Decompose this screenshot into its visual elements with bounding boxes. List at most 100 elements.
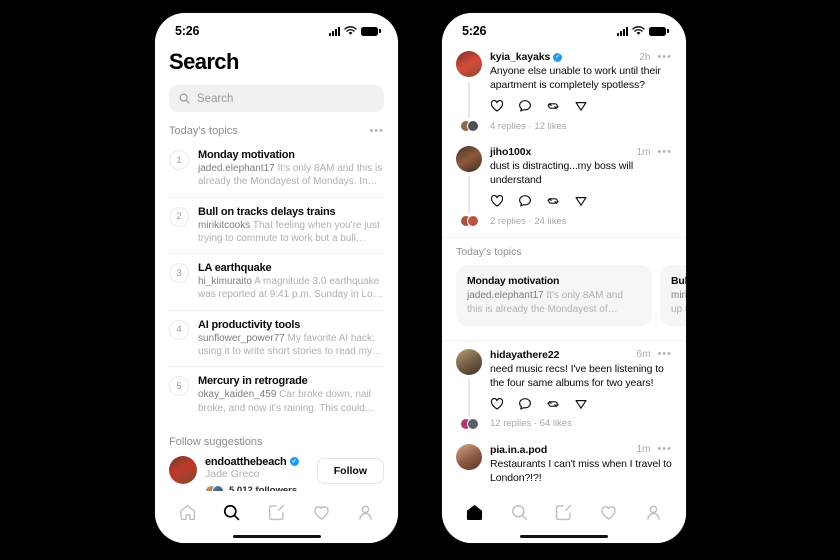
post-meta-row[interactable]: 2 replies · 24 likes [456,215,672,228]
like-icon[interactable] [490,194,504,208]
like-icon[interactable] [490,397,504,411]
post-meta-text: 2 replies · 24 likes [490,215,567,227]
tab-compose[interactable] [551,499,577,525]
signal-bars-icon [329,26,340,36]
repost-icon[interactable] [546,194,560,208]
topic-row[interactable]: 1 Monday motivation jaded.elephant17 It's … [169,141,384,198]
topic-title: Bull on tracks delays trains [198,205,336,218]
page-title: Search [169,49,239,74]
reply-icon[interactable] [518,397,532,411]
home-indicator [232,534,321,538]
feed: kyia_kayaks ✓ 2h ••• Anyone else unable to w… [442,43,686,510]
follow-button[interactable]: Follow [316,457,384,484]
share-icon[interactable] [574,194,588,208]
topic-body: Monday motivation jaded.elephant17 It's o… [198,149,384,189]
tab-profile[interactable] [353,499,379,525]
topic-card-preview: jaded.elephant17 It's only 8AM and this … [467,289,641,316]
tab-activity[interactable] [596,499,622,525]
search-input[interactable]: Search [169,85,384,112]
phone-right: 5:26 kyia_kayaks ✓ 2h ••• Anyone else unable… [442,13,686,543]
feed-post[interactable]: jiho100x 1m ••• dust is distracting...my bo… [442,138,686,233]
signal-bars-icon [617,26,628,36]
screenshot-stage: 5:26 Search Search Today's topics ••• 1 … [0,0,840,560]
post-username: hidayathere22 [490,348,560,361]
avatar [169,455,197,484]
avatar[interactable] [456,51,482,77]
more-dots-icon[interactable]: ••• [657,146,672,158]
post-username: jiho100x [490,146,532,159]
topic-username: hi_kimuraito [198,276,252,288]
repost-icon[interactable] [546,397,560,411]
share-icon[interactable] [574,397,588,411]
status-icons [617,26,669,36]
like-icon[interactable] [490,99,504,113]
post-meta-row[interactable]: 12 replies · 64 likes [456,417,672,430]
share-icon[interactable] [574,99,588,113]
tab-search[interactable] [506,499,532,525]
post-header: kyia_kayaks ✓ 2h ••• [490,51,672,63]
feed-post[interactable]: hidayathere22 6m ••• need music recs! I've … [442,341,686,436]
more-dots-icon[interactable]: ••• [657,51,672,63]
suggestion-username: endoatthebeach [205,455,287,468]
status-time: 5:26 [175,24,200,38]
feed-posts-top: kyia_kayaks ✓ 2h ••• Anyone else unable to w… [442,43,686,233]
reply-icon[interactable] [518,194,532,208]
status-bar-left: 5:26 [155,13,398,43]
topic-row[interactable]: 5 Mercury in retrograde okay_kaiden_459 Ca… [169,367,384,423]
topic-rank: 5 [169,376,189,397]
tab-activity[interactable] [308,499,334,525]
thread-line [468,81,470,119]
feed-post[interactable]: pia.in.a.pod 1m ••• Restaurants I can't mis… [442,436,686,491]
topic-title: Mercury in retrograde [198,375,308,388]
suggestion-username-row: endoatthebeach ✓ [205,456,309,468]
post-meta-text: 12 replies · 64 likes [490,418,572,430]
more-dots-icon[interactable]: ••• [657,349,672,360]
topic-card[interactable]: Monday motivation jaded.elephant17 It's o… [456,265,652,326]
topic-rank: 4 [169,319,189,340]
more-dots-icon[interactable]: ••• [369,125,384,137]
post-meta-row[interactable]: 4 replies · 12 likes [456,120,672,133]
topic-body: Bull on tracks delays trains mirikitcooks… [198,206,384,246]
topic-preview: mirikitcooks That feeling when you're ju… [198,219,384,246]
topic-rank: 3 [169,263,189,284]
topic-card[interactable]: Bull onmirikit up unb [660,265,686,326]
meta-avatars [456,417,482,430]
post-actions [490,99,672,113]
topic-row[interactable]: 2 Bull on tracks delays trains mirikitcook… [169,198,384,255]
status-time: 5:26 [462,24,487,38]
topic-rank: 2 [169,206,189,227]
repost-icon[interactable] [546,99,560,113]
search-placeholder: Search [197,92,234,105]
feed-post[interactable]: kyia_kayaks ✓ 2h ••• Anyone else unable to w… [442,43,686,138]
post-timestamp: 1m [636,146,651,158]
tab-compose[interactable] [263,499,289,525]
post-text: need music recs! I've been listening to … [490,362,664,389]
avatar[interactable] [456,443,482,470]
tab-home[interactable] [461,499,487,525]
topic-card-text: up unb [671,303,686,315]
topic-card-preview: mirikit up unb [671,289,686,316]
left-content: Search Search Today's topics ••• 1 Monday… [155,49,398,497]
topic-row[interactable]: 4 AI productivity tools sunflower_power77 … [169,311,384,368]
post-main: hidayathere22 6m ••• need music recs! I've … [490,349,672,416]
post-text: Restaurants I can't miss when I travel t… [490,457,672,485]
verified-badge-icon: ✓ [289,457,299,467]
thread-line [468,378,470,416]
topic-row[interactable]: 3 LA earthquake hi_kimuraito A magnitude 3… [169,254,384,311]
reply-icon[interactable] [518,99,532,113]
topic-body: LA earthquake hi_kimuraito A magnitude 3.… [198,262,384,302]
topic-preview: jaded.elephant17 It's only 8AM and this … [198,162,384,189]
post-actions [490,397,672,411]
avatar[interactable] [456,146,482,173]
topic-username: jaded.elephant17 [198,163,275,174]
avatar[interactable] [456,348,482,375]
follow-suggestion-row[interactable]: endoatthebeach ✓ Jade Greco 5,012 follow… [169,450,384,497]
topic-title: LA earthquake [198,262,272,275]
topic-username: sunflower_power77 [198,332,285,344]
tab-home[interactable] [174,499,200,525]
more-dots-icon[interactable]: ••• [657,444,672,455]
tab-search[interactable] [219,499,245,525]
search-icon [179,93,190,104]
tab-profile[interactable] [641,499,667,525]
meta-avatars [456,120,482,133]
